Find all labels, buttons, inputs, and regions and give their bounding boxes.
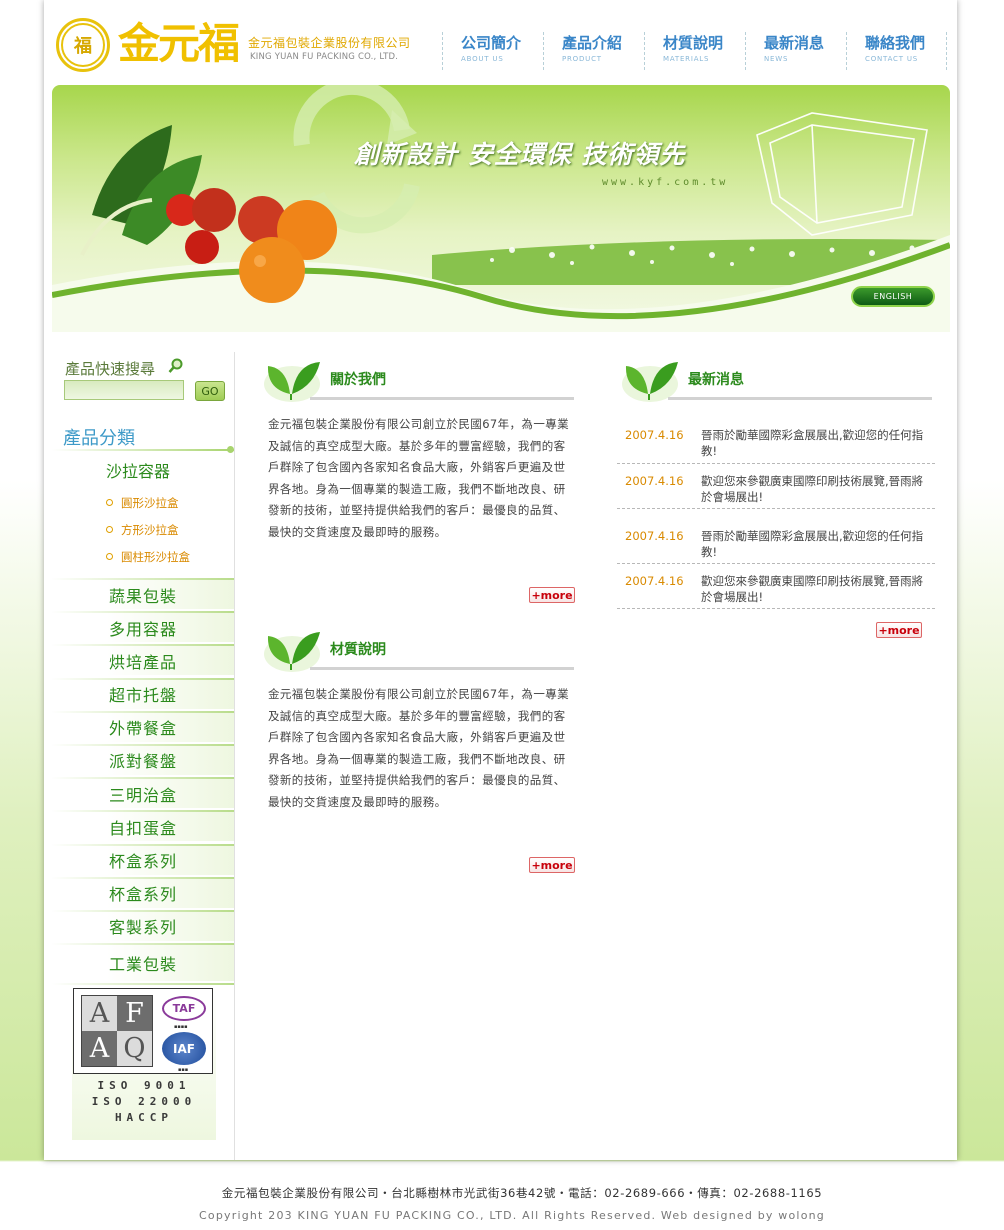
logo-mark[interactable]: 金元福 <box>118 16 240 72</box>
news-item[interactable]: 2007.4.16 歡迎您來參觀廣東國際印刷技術展覽,晉雨將於會場展出! <box>617 464 935 509</box>
nav-sublabel: CONTACT US <box>865 55 918 63</box>
nav-sublabel: ABOUT US <box>461 55 504 63</box>
cert-line: ISO 22000 <box>91 1095 197 1108</box>
section-rule <box>310 397 574 400</box>
about-more-button[interactable]: +more <box>529 587 575 603</box>
about-text: 金元福包裝企業股份有限公司創立於民國67年，為一專業及誠信的真空成型大廠。基於多… <box>268 417 570 539</box>
category-list: 蔬果包裝 多用容器 烘培產品 超市托盤 外帶餐盒 派對餐盤 三明治盒 自扣蛋盒 … <box>52 578 234 986</box>
nav-item-product[interactable]: 產品介紹 PRODUCT <box>543 32 644 70</box>
category-item[interactable]: 超市托盤 <box>52 677 234 709</box>
cert-logo-box: AF AQ TAF ▪▪▪▪ IAF ▪▪▪ <box>73 988 213 1074</box>
news-date: 2007.4.16 <box>625 529 684 543</box>
news-text[interactable]: 晉雨於勵華國際彩盒展展出,歡迎您的任何指教! <box>701 528 929 560</box>
category-item[interactable]: 外帶餐盒 <box>52 710 234 742</box>
sidebar: 產品快速搜尋 GO 產品分類 沙拉容器 圓形沙拉盒 方形沙拉盒 圓柱形沙拉盒 蔬… <box>44 352 235 1160</box>
news-item[interactable]: 2007.4.16 晉雨於勵華國際彩盒展展出,歡迎您的任何指教! <box>617 509 935 564</box>
nav-item-materials[interactable]: 材質說明 MATERIALS <box>644 32 745 70</box>
news-text[interactable]: 晉雨於勵華國際彩盒展展出,歡迎您的任何指教! <box>701 427 929 460</box>
news-date: 2007.4.16 <box>625 574 684 588</box>
divider-dot <box>227 446 234 453</box>
search-go-button[interactable]: GO <box>195 381 225 401</box>
category-item[interactable]: 杯盒系列 <box>52 843 234 875</box>
subcategory-item[interactable]: 圓柱形沙拉盒 <box>106 543 226 570</box>
subcategory-label: 方形沙拉盒 <box>121 522 179 537</box>
banner-url: www.kyf.com.tw <box>602 177 729 188</box>
english-button[interactable]: ENGLISH <box>851 286 935 307</box>
taf-logo: TAF <box>162 996 206 1021</box>
banner-slogan: 創新設計 安全環保 技術領先 <box>354 140 686 169</box>
category-item[interactable]: 多用容器 <box>52 611 234 643</box>
about-title: 關於我們 <box>330 372 386 388</box>
category-item[interactable]: 杯盒系列 <box>52 876 234 908</box>
news-title: 最新消息 <box>688 372 744 388</box>
materials-text: 金元福包裝企業股份有限公司創立於民國67年，為一專業及誠信的真空成型大廠。基於多… <box>268 687 570 809</box>
footer-address: 金元福包裝企業股份有限公司・台北縣樹林市光武街36巷42號・電話：02-2689… <box>221 1186 823 1200</box>
nav-label: 聯絡我們 <box>865 34 926 52</box>
section-rule <box>668 397 932 400</box>
subcategory-item[interactable]: 方形沙拉盒 <box>106 516 226 543</box>
subcategory-label: 圓形沙拉盒 <box>121 495 179 510</box>
nav-item-about[interactable]: 公司簡介 ABOUT US <box>442 32 543 70</box>
news-list: 2007.4.16 晉雨於勵華國際彩盒展展出,歡迎您的任何指教! 2007.4.… <box>617 418 935 609</box>
divider <box>52 983 234 986</box>
nav-item-news[interactable]: 最新消息 NEWS <box>745 32 846 70</box>
category-item[interactable]: 三明治盒 <box>52 777 234 809</box>
certification-badges: AF AQ TAF ▪▪▪▪ IAF ▪▪▪ ISO 9001 ISO 2200… <box>72 988 216 1140</box>
news-item[interactable]: 2007.4.16 晉雨於勵華國際彩盒展展出,歡迎您的任何指教! <box>617 418 935 464</box>
banner-artwork <box>52 85 950 332</box>
divider <box>52 449 234 451</box>
category-item[interactable]: 烘培產品 <box>52 644 234 676</box>
category-item[interactable]: 自扣蛋盒 <box>52 810 234 842</box>
company-name-en: KING YUAN FU PACKING CO., LTD. <box>250 52 399 62</box>
news-header: 最新消息 <box>620 354 932 404</box>
bullet-ring-icon <box>106 526 113 533</box>
taf-logo-caption-icon: ▪▪▪▪ <box>174 1024 188 1030</box>
cert-line: HACCP <box>114 1111 174 1124</box>
search-icon <box>168 358 183 373</box>
afaq-logo-icon: AF AQ <box>81 995 153 1067</box>
news-text[interactable]: 歡迎您來參觀廣東國際印刷技術展覽,晉雨將於會場展出! <box>701 573 929 605</box>
nav-label: 公司簡介 <box>461 34 522 52</box>
category-title: 產品分類 <box>63 428 135 449</box>
main-nav: 公司簡介 ABOUT US 產品介紹 PRODUCT 材質說明 MATERIAL… <box>442 32 947 70</box>
materials-more-button[interactable]: +more <box>529 857 575 873</box>
subcategory-list: 圓形沙拉盒 方形沙拉盒 圓柱形沙拉盒 <box>106 489 226 570</box>
news-text[interactable]: 歡迎您來參觀廣東國際印刷技術展覽,晉雨將於會場展出! <box>701 473 929 505</box>
search-input[interactable] <box>64 380 184 400</box>
logo-seal-icon[interactable]: 福 <box>56 18 110 72</box>
nav-label: 材質說明 <box>663 34 724 52</box>
news-date: 2007.4.16 <box>625 474 684 488</box>
section-rule <box>310 667 574 670</box>
subcategory-label: 圓柱形沙拉盒 <box>121 549 190 564</box>
nav-sublabel: NEWS <box>764 55 789 63</box>
bullet-ring-icon <box>106 499 113 506</box>
materials-title: 材質說明 <box>330 642 386 658</box>
category-item[interactable]: 客製系列 <box>52 909 234 941</box>
iaf-logo: IAF <box>162 1032 206 1065</box>
category-item[interactable]: 派對餐盤 <box>52 743 234 775</box>
current-category[interactable]: 沙拉容器 <box>106 458 170 482</box>
search-title: 產品快速搜尋 <box>65 360 156 378</box>
iaf-logo-caption-icon: ▪▪▪ <box>178 1067 189 1073</box>
subcategory-item[interactable]: 圓形沙拉盒 <box>106 489 226 516</box>
hero-banner: 創新設計 安全環保 技術領先 www.kyf.com.tw ENGLISH <box>52 85 950 332</box>
company-name: 金元福包裝企業股份有限公司 <box>248 36 411 50</box>
news-date: 2007.4.16 <box>625 428 684 442</box>
nav-item-contact[interactable]: 聯絡我們 CONTACT US <box>846 32 947 70</box>
nav-sublabel: MATERIALS <box>663 55 710 63</box>
footer-copyright: Copyright 203 KING YUAN FU PACKING CO., … <box>199 1209 825 1222</box>
about-header: 關於我們 <box>262 354 574 404</box>
bullet-ring-icon <box>106 553 113 560</box>
news-item[interactable]: 2007.4.16 歡迎您來參觀廣東國際印刷技術展覽,晉雨將於會場展出! <box>617 564 935 609</box>
nav-label: 最新消息 <box>764 34 825 52</box>
category-item[interactable]: 蔬果包裝 <box>52 578 234 609</box>
nav-sublabel: PRODUCT <box>562 55 602 63</box>
category-item[interactable]: 工業包裝 <box>52 943 234 982</box>
page-frame: 福 金元福 金元福包裝企業股份有限公司 KING YUAN FU PACKING… <box>44 0 957 1160</box>
nav-label: 產品介紹 <box>562 34 623 52</box>
materials-header: 材質說明 <box>262 624 574 674</box>
news-more-button[interactable]: +more <box>876 622 922 638</box>
cert-line: ISO 9001 <box>97 1079 191 1092</box>
